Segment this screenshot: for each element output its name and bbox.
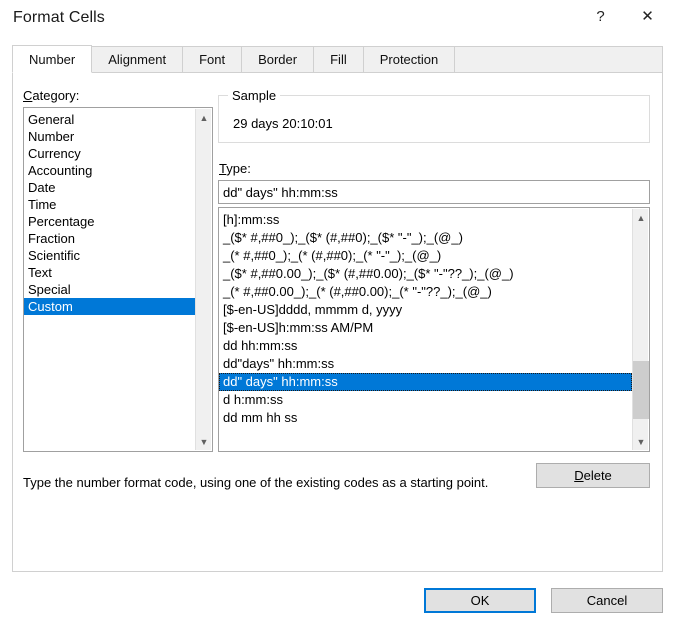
cancel-label: Cancel <box>587 593 627 608</box>
category-label: Category: <box>23 88 79 103</box>
type-label-text: ype: <box>226 161 251 176</box>
type-item[interactable]: _($* #,##0.00_);_($* (#,##0.00);_($* "-"… <box>219 265 632 283</box>
category-item[interactable]: Date <box>24 179 195 196</box>
type-item[interactable]: _(* #,##0.00_);_(* (#,##0.00);_(* "-"??_… <box>219 283 632 301</box>
scroll-up-icon[interactable]: ▲ <box>633 209 649 226</box>
type-list-items: [h]:mm:ss_($* #,##0_);_($* (#,##0);_($* … <box>219 209 632 427</box>
type-item[interactable]: _(* #,##0_);_(* (#,##0);_(* "-"_);_(@_) <box>219 247 632 265</box>
cancel-button[interactable]: Cancel <box>551 588 663 613</box>
category-item[interactable]: Time <box>24 196 195 213</box>
tab-label: Fill <box>330 52 347 67</box>
question-mark-icon: ? <box>596 8 604 25</box>
tab-label: Font <box>199 52 225 67</box>
tab-label: Alignment <box>108 52 166 67</box>
sample-groupbox: Sample 29 days 20:10:01 <box>218 95 650 143</box>
scrollbar-thumb[interactable] <box>633 361 649 419</box>
tab-fill[interactable]: Fill <box>313 46 364 73</box>
scroll-down-icon[interactable]: ▼ <box>633 433 649 450</box>
type-listbox[interactable]: [h]:mm:ss_($* #,##0_);_($* (#,##0);_($* … <box>218 207 650 452</box>
delete-label-accelerator: D <box>574 468 583 483</box>
tab-alignment[interactable]: Alignment <box>91 46 183 73</box>
tab-label: Number <box>29 52 75 67</box>
delete-button[interactable]: Delete <box>536 463 650 488</box>
type-label: Type: <box>219 161 251 176</box>
scroll-up-icon[interactable]: ▲ <box>196 109 212 126</box>
tab-border[interactable]: Border <box>241 46 314 73</box>
close-icon: ✕ <box>641 9 654 24</box>
type-item[interactable]: [$-en-US]h:mm:ss AM/PM <box>219 319 632 337</box>
tab-protection[interactable]: Protection <box>363 46 456 73</box>
category-item[interactable]: Custom <box>24 298 195 315</box>
type-item[interactable]: dd mm hh ss <box>219 409 632 427</box>
category-item[interactable]: Accounting <box>24 162 195 179</box>
tab-label: Protection <box>380 52 439 67</box>
window-title: Format Cells <box>13 9 105 27</box>
close-button[interactable]: ✕ <box>625 0 670 32</box>
category-label-text: ategory: <box>32 88 79 103</box>
tab-font[interactable]: Font <box>182 46 242 73</box>
type-input[interactable] <box>218 180 650 204</box>
type-item[interactable]: _($* #,##0_);_($* (#,##0);_($* "-"_);_(@… <box>219 229 632 247</box>
category-scrollbar[interactable]: ▲ ▼ <box>195 109 211 450</box>
number-tab-panel: Category: GeneralNumberCurrencyAccountin… <box>12 73 663 572</box>
type-scrollbar[interactable]: ▲ ▼ <box>632 209 648 450</box>
ok-button[interactable]: OK <box>424 588 536 613</box>
tab-strip: Number Alignment Font Border Fill Protec… <box>12 46 663 74</box>
type-item[interactable]: d h:mm:ss <box>219 391 632 409</box>
category-item[interactable]: Special <box>24 281 195 298</box>
type-item[interactable]: [$-en-US]dddd, mmmm d, yyyy <box>219 301 632 319</box>
category-item[interactable]: Currency <box>24 145 195 162</box>
category-item[interactable]: Fraction <box>24 230 195 247</box>
tab-strip-filler <box>454 46 663 73</box>
title-bar: Format Cells ? ✕ <box>0 0 675 39</box>
category-item[interactable]: Scientific <box>24 247 195 264</box>
category-item[interactable]: Number <box>24 128 195 145</box>
category-listbox[interactable]: GeneralNumberCurrencyAccountingDateTimeP… <box>23 107 213 452</box>
type-item[interactable]: dd hh:mm:ss <box>219 337 632 355</box>
category-item[interactable]: Percentage <box>24 213 195 230</box>
category-label-accelerator: C <box>23 88 32 103</box>
ok-label: OK <box>471 593 490 608</box>
scroll-down-icon[interactable]: ▼ <box>196 433 212 450</box>
type-item[interactable]: dd"days" hh:mm:ss <box>219 355 632 373</box>
hint-text: Type the number format code, using one o… <box>23 475 523 491</box>
category-item[interactable]: Text <box>24 264 195 281</box>
sample-title: Sample <box>228 88 280 103</box>
delete-label-text: elete <box>584 468 612 483</box>
type-item[interactable]: dd" days" hh:mm:ss <box>219 373 632 391</box>
sample-value: 29 days 20:10:01 <box>233 116 333 131</box>
type-item[interactable]: [h]:mm:ss <box>219 211 632 229</box>
category-item[interactable]: General <box>24 111 195 128</box>
category-list-items: GeneralNumberCurrencyAccountingDateTimeP… <box>24 109 195 315</box>
help-button[interactable]: ? <box>578 0 623 32</box>
tab-number[interactable]: Number <box>12 45 92 73</box>
tab-label: Border <box>258 52 297 67</box>
